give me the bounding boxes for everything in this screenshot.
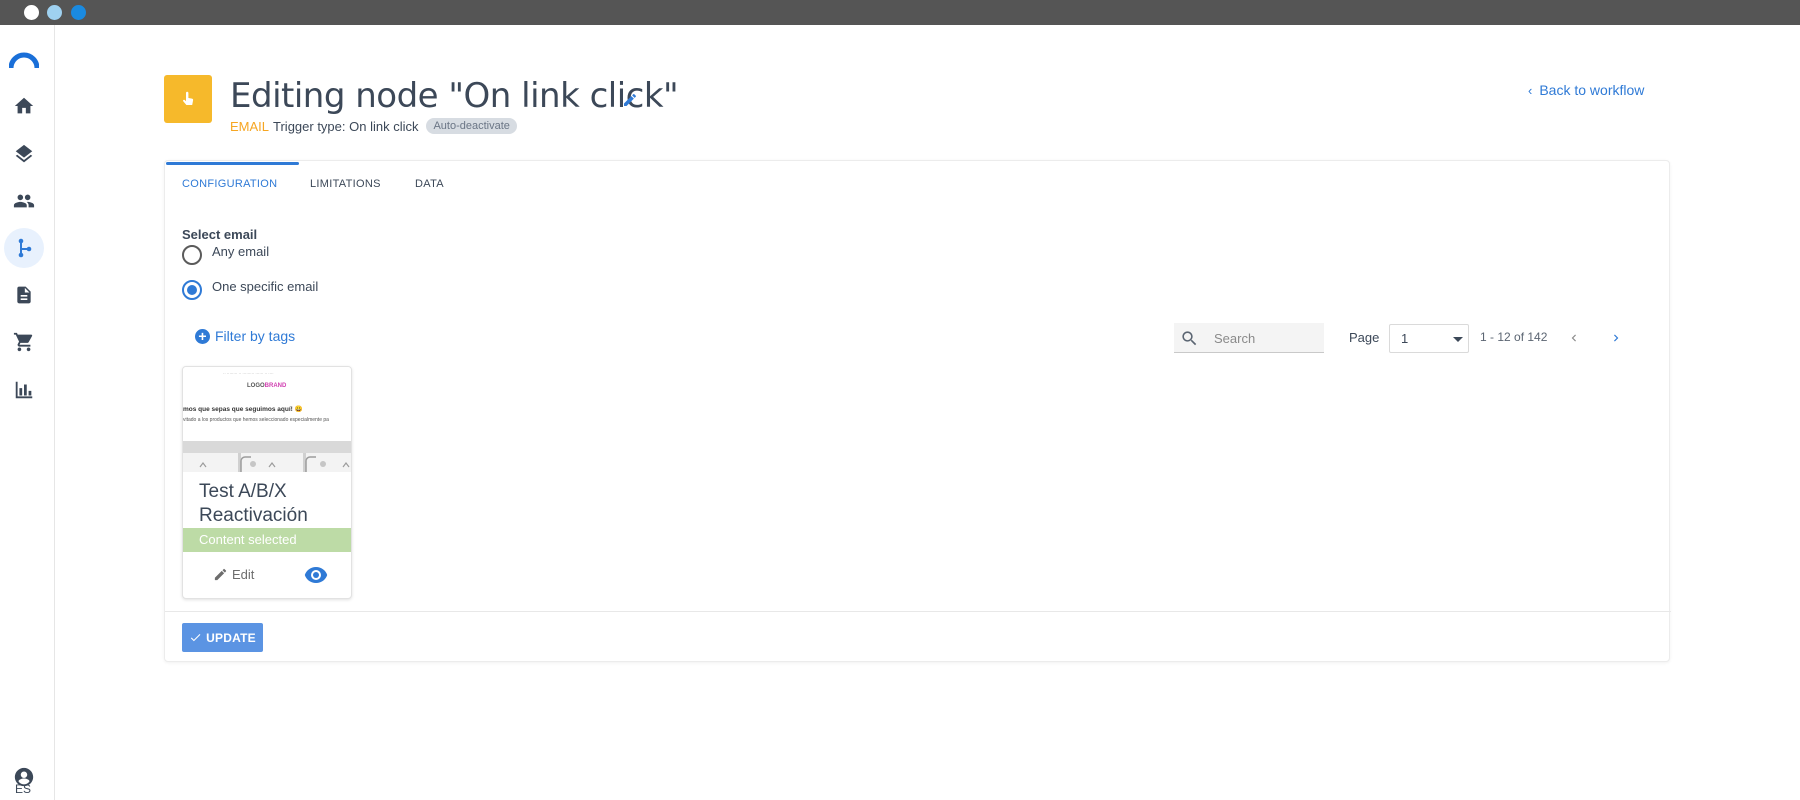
filter-by-tags-label: Filter by tags bbox=[215, 328, 296, 344]
back-link-label: Back to workflow bbox=[1539, 82, 1645, 98]
back-to-workflow-link[interactable]: ‹ Back to workflow bbox=[1528, 82, 1644, 98]
document-icon bbox=[17, 286, 31, 304]
touch-click-icon bbox=[183, 91, 194, 105]
any-email-label[interactable]: Any email bbox=[212, 244, 269, 259]
content-selected-label: Content selected bbox=[199, 532, 297, 547]
thumbnail-products bbox=[183, 453, 351, 472]
sidebar: ES bbox=[0, 25, 55, 800]
thumbnail-logo: LOGOBRAND bbox=[247, 383, 287, 389]
cart-icon bbox=[13, 332, 33, 352]
sidebar-item-home[interactable] bbox=[4, 86, 44, 126]
sidebar-item-contacts[interactable] bbox=[4, 181, 44, 221]
brand-logo-icon[interactable] bbox=[4, 40, 44, 80]
sidebar-item-layers[interactable] bbox=[4, 134, 44, 174]
email-card[interactable]: ·· ········ ·· ········· ······ ·· ···· … bbox=[182, 366, 352, 599]
thumbnail-product-strip bbox=[183, 441, 351, 453]
active-tab-indicator bbox=[166, 162, 299, 165]
window-close-button[interactable] bbox=[24, 5, 39, 20]
filter-by-tags-button[interactable]: + Filter by tags bbox=[195, 328, 295, 344]
sidebar-item-workflows[interactable] bbox=[4, 228, 44, 268]
bar-chart-icon bbox=[15, 381, 33, 399]
previous-page-button[interactable] bbox=[1560, 324, 1588, 352]
home-icon bbox=[14, 97, 34, 114]
sidebar-item-documents[interactable] bbox=[4, 275, 44, 315]
page-label: Page bbox=[1349, 330, 1380, 345]
trigger-type-label: Trigger type: On link click bbox=[273, 118, 419, 134]
tab-limitations[interactable]: LIMITATIONS bbox=[310, 178, 381, 190]
check-icon bbox=[191, 634, 201, 642]
any-email-radio[interactable] bbox=[182, 245, 202, 265]
email-card-actions: Edit bbox=[183, 562, 351, 590]
pencil-icon bbox=[624, 94, 636, 106]
update-button[interactable]: UPDATE bbox=[182, 623, 263, 652]
window-maximize-button[interactable] bbox=[71, 5, 86, 20]
tab-data[interactable]: DATA bbox=[415, 178, 444, 190]
caret-down-icon bbox=[1453, 337, 1463, 342]
edit-email-button[interactable]: Edit bbox=[213, 567, 254, 582]
node-subtitle: EMAIL Trigger type: On link click Auto-d… bbox=[230, 118, 517, 134]
thumbnail-text: vitado a los productos que hemos selecci… bbox=[183, 417, 329, 423]
page-title: Editing node "On link click" bbox=[230, 76, 679, 116]
eye-icon bbox=[304, 567, 328, 583]
people-icon bbox=[13, 194, 35, 208]
pagination-range: 1 - 12 of 142 bbox=[1480, 330, 1548, 344]
next-page-button[interactable] bbox=[1602, 324, 1630, 352]
sidebar-item-shop[interactable] bbox=[4, 322, 44, 362]
email-thumbnail: ·· ········ ·· ········· ······ ·· ···· … bbox=[183, 367, 351, 472]
select-email-label: Select email bbox=[182, 227, 258, 242]
thumbnail-heading: mos que sepas que seguimos aquí! 😀 bbox=[183, 406, 303, 413]
chevron-left-icon: ‹ bbox=[1528, 82, 1533, 98]
thumbnail-preheader: ·· ········ ·· ········· ······ ·· ···· bbox=[223, 371, 274, 376]
pencil-icon bbox=[214, 568, 227, 581]
search-input[interactable] bbox=[1214, 328, 1314, 348]
window-titlebar bbox=[0, 0, 1800, 25]
channel-label: EMAIL bbox=[230, 118, 270, 134]
sidebar-item-reports[interactable] bbox=[4, 370, 44, 410]
one-specific-email-label[interactable]: One specific email bbox=[212, 279, 318, 294]
edit-email-label: Edit bbox=[232, 567, 255, 582]
one-specific-email-radio[interactable] bbox=[182, 280, 202, 300]
footer-divider bbox=[165, 611, 1671, 612]
node-type-icon bbox=[164, 75, 212, 123]
node-config-panel: CONFIGURATION LIMITATIONS DATA Select em… bbox=[164, 160, 1671, 662]
search-icon bbox=[1182, 331, 1197, 346]
language-label[interactable]: ES bbox=[0, 782, 46, 796]
edit-title-button[interactable] bbox=[622, 92, 638, 113]
layers-icon bbox=[15, 144, 33, 163]
chevron-left-icon bbox=[1571, 334, 1576, 342]
tab-configuration[interactable]: CONFIGURATION bbox=[182, 178, 277, 190]
update-button-label: UPDATE bbox=[206, 630, 256, 645]
page-select-value: 1 bbox=[1401, 331, 1409, 346]
search-field[interactable] bbox=[1174, 323, 1324, 353]
preview-email-button[interactable] bbox=[304, 566, 328, 589]
chevron-right-icon bbox=[1614, 334, 1619, 342]
content-selected-status: Content selected bbox=[183, 528, 351, 552]
add-circle-icon: + bbox=[195, 328, 210, 344]
email-card-title: Test A/B/X Reactivación bbox=[199, 481, 308, 526]
page-select[interactable]: 1 bbox=[1389, 324, 1469, 353]
workflow-icon bbox=[18, 238, 32, 258]
window-minimize-button[interactable] bbox=[47, 5, 62, 20]
auto-deactivate-badge: Auto-deactivate bbox=[426, 118, 517, 134]
